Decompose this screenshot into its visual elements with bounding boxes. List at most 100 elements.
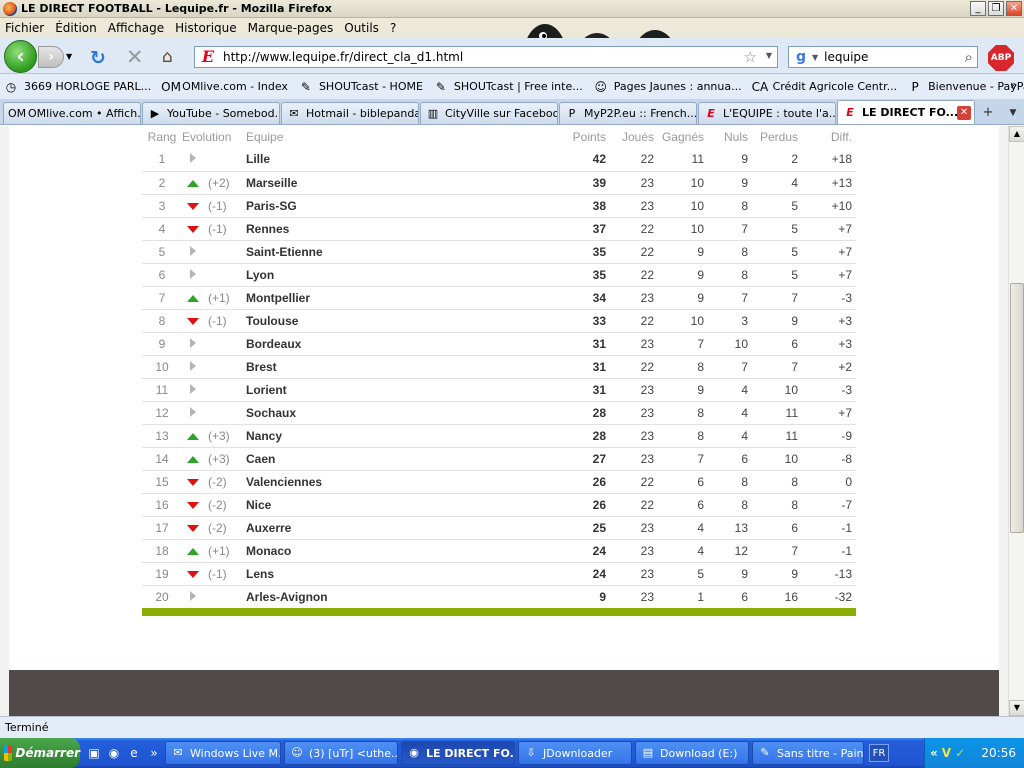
menu-outils[interactable]: Outils xyxy=(344,21,379,35)
tray-app-icon[interactable]: V xyxy=(942,746,951,760)
url-input[interactable] xyxy=(223,50,723,64)
page-content: Rang Evolution Equipe Points Joués Gagné… xyxy=(0,126,1008,716)
start-button[interactable]: Démarrer xyxy=(0,738,80,768)
search-bar[interactable]: g ▼ ⌕ xyxy=(788,46,978,68)
won-cell: 8 xyxy=(658,401,708,425)
drawn-cell: 13 xyxy=(708,516,752,540)
team-name: Caen xyxy=(246,447,570,471)
tab-close-icon[interactable]: ✕ xyxy=(957,105,971,120)
reload-icon[interactable]: ↻ xyxy=(90,47,106,69)
goal-diff-cell: +10 xyxy=(802,194,856,218)
bookmark-item[interactable]: ✎ SHOUTcast | Free inte... xyxy=(433,79,583,95)
trend-cell xyxy=(182,401,204,425)
status-bar: Terminé xyxy=(0,716,1024,738)
menu-historique[interactable]: Historique xyxy=(175,21,237,35)
rank-cell: 16 xyxy=(142,493,182,517)
goal-diff-cell: +7 xyxy=(802,401,856,425)
scrollbar-thumb[interactable] xyxy=(1010,283,1024,533)
browser-tab[interactable]: ✉ Hotmail - biblepanda... xyxy=(281,102,419,124)
points-cell: 38 xyxy=(570,194,610,218)
trend-cell xyxy=(182,585,204,609)
taskbar-button[interactable]: ☺ (3) [uTr] <uthe... xyxy=(284,741,398,765)
internet-explorer-icon[interactable]: e xyxy=(126,745,142,761)
menu-affichage[interactable]: Affichage xyxy=(108,21,164,35)
search-input[interactable] xyxy=(824,50,955,64)
browser-tab[interactable]: E LE DIRECT FO... ✕ xyxy=(837,100,975,124)
tab-favicon-icon: E xyxy=(707,106,715,120)
maximize-button[interactable]: ❐ xyxy=(988,1,1004,16)
new-tab-icon[interactable]: + xyxy=(978,103,998,123)
taskbar-button[interactable]: ✎ Sans titre - Paint xyxy=(752,741,864,765)
rank-cell: 1 xyxy=(142,148,182,172)
search-engine-dropdown-icon[interactable]: ▼ xyxy=(812,53,818,62)
menu-marque-pages[interactable]: Marque-pages xyxy=(248,21,334,35)
bookmark-item[interactable]: P Bienvenue - PayPal xyxy=(907,79,1024,95)
show-desktop-icon[interactable]: ▣ xyxy=(86,745,102,761)
taskbar-button[interactable]: ⇩ JDownloader xyxy=(518,741,632,765)
tray-security-icon[interactable]: ✓ xyxy=(955,746,965,760)
goal-diff-cell: -3 xyxy=(802,378,856,402)
search-icon[interactable]: ⌕ xyxy=(965,48,973,66)
scroll-up-icon[interactable]: ▲ xyxy=(1009,126,1024,142)
browser-tab[interactable]: OM OMlive.com • Affich... xyxy=(3,102,141,124)
won-cell: 10 xyxy=(658,309,708,333)
taskbar-button[interactable]: ✉ Windows Live M... xyxy=(165,741,281,765)
google-icon[interactable]: g xyxy=(791,48,811,66)
minimize-button[interactable]: _ xyxy=(970,1,986,16)
team-name: Brest xyxy=(246,355,570,379)
browser-tab[interactable]: ▥ CityVille sur Facebook xyxy=(420,102,558,124)
rank-cell: 20 xyxy=(142,585,182,609)
bookmark-item[interactable]: ☺ Pages Jaunes : annua... xyxy=(593,79,741,95)
forward-button[interactable]: › xyxy=(38,46,64,68)
bookmark-item[interactable]: CA Crédit Agricole Centr... xyxy=(752,79,898,95)
media-player-icon[interactable]: ◉ xyxy=(106,745,122,761)
played-cell: 23 xyxy=(610,378,658,402)
scroll-down-icon[interactable]: ▼ xyxy=(1009,700,1024,716)
tray-expand-button[interactable]: « xyxy=(930,746,938,760)
menu-help[interactable]: ? xyxy=(390,21,396,35)
tab-favicon-icon: ▥ xyxy=(427,106,439,120)
trend-cell xyxy=(182,171,204,195)
bookmark-item[interactable]: ◷ 3669 HORLOGE PARL... xyxy=(3,79,151,95)
close-button[interactable]: ✕ xyxy=(1006,1,1022,16)
vertical-scrollbar[interactable]: ▲ ▼ xyxy=(1008,126,1024,716)
stop-icon[interactable]: ✕ xyxy=(126,45,144,69)
page-right-margin xyxy=(999,126,1008,716)
drawn-cell: 7 xyxy=(708,217,752,241)
taskbar-button[interactable]: ▤ Download (E:) xyxy=(635,741,749,765)
browser-tab[interactable]: P MyP2P.eu :: French... xyxy=(559,102,697,124)
bookmark-item[interactable]: OM OMlive.com - Index xyxy=(161,79,288,95)
team-name: Sochaux xyxy=(246,401,570,425)
bookmark-item[interactable]: ✎ SHOUTcast - HOME xyxy=(298,79,423,95)
bookmark-label: Crédit Agricole Centr... xyxy=(772,80,898,93)
menu-fichier[interactable]: Fichier xyxy=(5,21,44,35)
browser-tab[interactable]: E L'EQUIPE : toute l'a... xyxy=(698,102,836,124)
evolution-cell xyxy=(204,355,246,379)
won-cell: 4 xyxy=(658,539,708,563)
url-bar[interactable]: E ☆ ▼ xyxy=(194,46,778,68)
menu-edition[interactable]: Édition xyxy=(55,21,97,35)
points-cell: 34 xyxy=(570,286,610,310)
points-cell: 9 xyxy=(570,585,610,609)
col-equipe: Equipe xyxy=(246,130,284,144)
drawn-cell: 7 xyxy=(708,286,752,310)
history-dropdown-icon[interactable]: ▼ xyxy=(66,52,72,61)
quick-launch-overflow[interactable]: » xyxy=(146,745,162,761)
arrow-down-icon xyxy=(187,225,199,233)
browser-tab[interactable]: ▶ YouTube - Somebod... xyxy=(142,102,280,124)
adblock-plus-button[interactable]: ABP xyxy=(988,45,1014,71)
drawn-cell: 8 xyxy=(708,194,752,218)
language-indicator[interactable]: FR xyxy=(869,744,889,762)
tab-list-dropdown-icon[interactable]: ▼ xyxy=(1004,103,1022,123)
played-cell: 23 xyxy=(610,516,658,540)
taskbar-button[interactable]: ◉ LE DIRECT FO... xyxy=(401,741,515,765)
bookmarks-overflow-button[interactable]: » xyxy=(1010,78,1019,92)
arrow-right-icon xyxy=(190,590,196,601)
home-icon[interactable]: ⌂ xyxy=(162,47,173,67)
won-cell: 9 xyxy=(658,378,708,402)
bookmark-star-icon[interactable]: ☆ xyxy=(744,48,757,66)
back-button[interactable]: ‹ xyxy=(4,40,37,73)
points-cell: 33 xyxy=(570,309,610,333)
team-name: Marseille xyxy=(246,171,570,195)
url-dropdown-icon[interactable]: ▼ xyxy=(766,51,772,60)
